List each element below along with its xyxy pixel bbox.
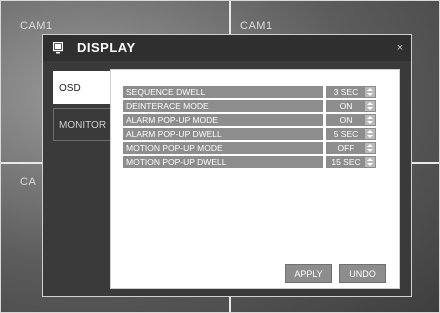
spinner-icon[interactable]	[365, 129, 375, 139]
spinner-icon[interactable]	[365, 143, 375, 153]
spinner-icon[interactable]	[365, 115, 375, 125]
title-bar: DISPLAY ×	[43, 35, 411, 61]
spinner-icon[interactable]	[365, 157, 375, 167]
camera-label-1: CAM1	[20, 20, 53, 32]
setting-row-deinterace-mode: DEINTERACE MODE ON	[123, 100, 393, 112]
setting-value-text: ON	[339, 101, 353, 111]
setting-label: MOTION POP-UP MODE	[123, 142, 323, 154]
display-dialog: DISPLAY × OSD MONITOR SEQUENCE DWELL 3 S…	[42, 34, 412, 297]
camera-label-2: CAM1	[240, 20, 273, 32]
monitor-icon	[52, 41, 64, 54]
settings-panel: SEQUENCE DWELL 3 SEC DEINTERACE MODE ON …	[110, 69, 400, 289]
dialog-title: DISPLAY	[77, 40, 136, 55]
tab-list: OSD MONITOR	[53, 71, 111, 145]
setting-label: ALARM POP-UP MODE	[123, 114, 323, 126]
setting-row-sequence-dwell: SEQUENCE DWELL 3 SEC	[123, 86, 393, 98]
setting-value[interactable]: ON	[326, 114, 376, 126]
action-buttons: APPLY UNDO	[285, 264, 393, 283]
close-button[interactable]: ×	[393, 41, 407, 55]
setting-value[interactable]: 15 SEC	[326, 156, 376, 168]
apply-button[interactable]: APPLY	[285, 264, 332, 283]
setting-value-text: 5 SEC	[333, 129, 359, 139]
setting-value[interactable]: ON	[326, 100, 376, 112]
spinner-icon[interactable]	[365, 87, 375, 97]
setting-row-alarm-popup-mode: ALARM POP-UP MODE ON	[123, 114, 393, 126]
settings-list: SEQUENCE DWELL 3 SEC DEINTERACE MODE ON …	[123, 86, 393, 170]
setting-label: SEQUENCE DWELL	[123, 86, 323, 98]
setting-label: ALARM POP-UP DWELL	[123, 128, 323, 140]
setting-label: DEINTERACE MODE	[123, 100, 323, 112]
setting-value-text: OFF	[337, 143, 355, 153]
spinner-icon[interactable]	[365, 101, 375, 111]
tab-osd[interactable]: OSD	[53, 71, 111, 104]
setting-value[interactable]: 3 SEC	[326, 86, 376, 98]
setting-value-text: ON	[339, 115, 353, 125]
camera-label-3: CA	[20, 176, 37, 188]
setting-row-alarm-popup-dwell: ALARM POP-UP DWELL 5 SEC	[123, 128, 393, 140]
setting-value-text: 15 SEC	[331, 157, 361, 167]
setting-row-motion-popup-dwell: MOTION POP-UP DWELL 15 SEC	[123, 156, 393, 168]
undo-button[interactable]: UNDO	[339, 264, 386, 283]
setting-value[interactable]: 5 SEC	[326, 128, 376, 140]
setting-value[interactable]: OFF	[326, 142, 376, 154]
setting-label: MOTION POP-UP DWELL	[123, 156, 323, 168]
setting-row-motion-popup-mode: MOTION POP-UP MODE OFF	[123, 142, 393, 154]
tab-monitor[interactable]: MONITOR	[53, 108, 111, 141]
setting-value-text: 3 SEC	[333, 87, 359, 97]
